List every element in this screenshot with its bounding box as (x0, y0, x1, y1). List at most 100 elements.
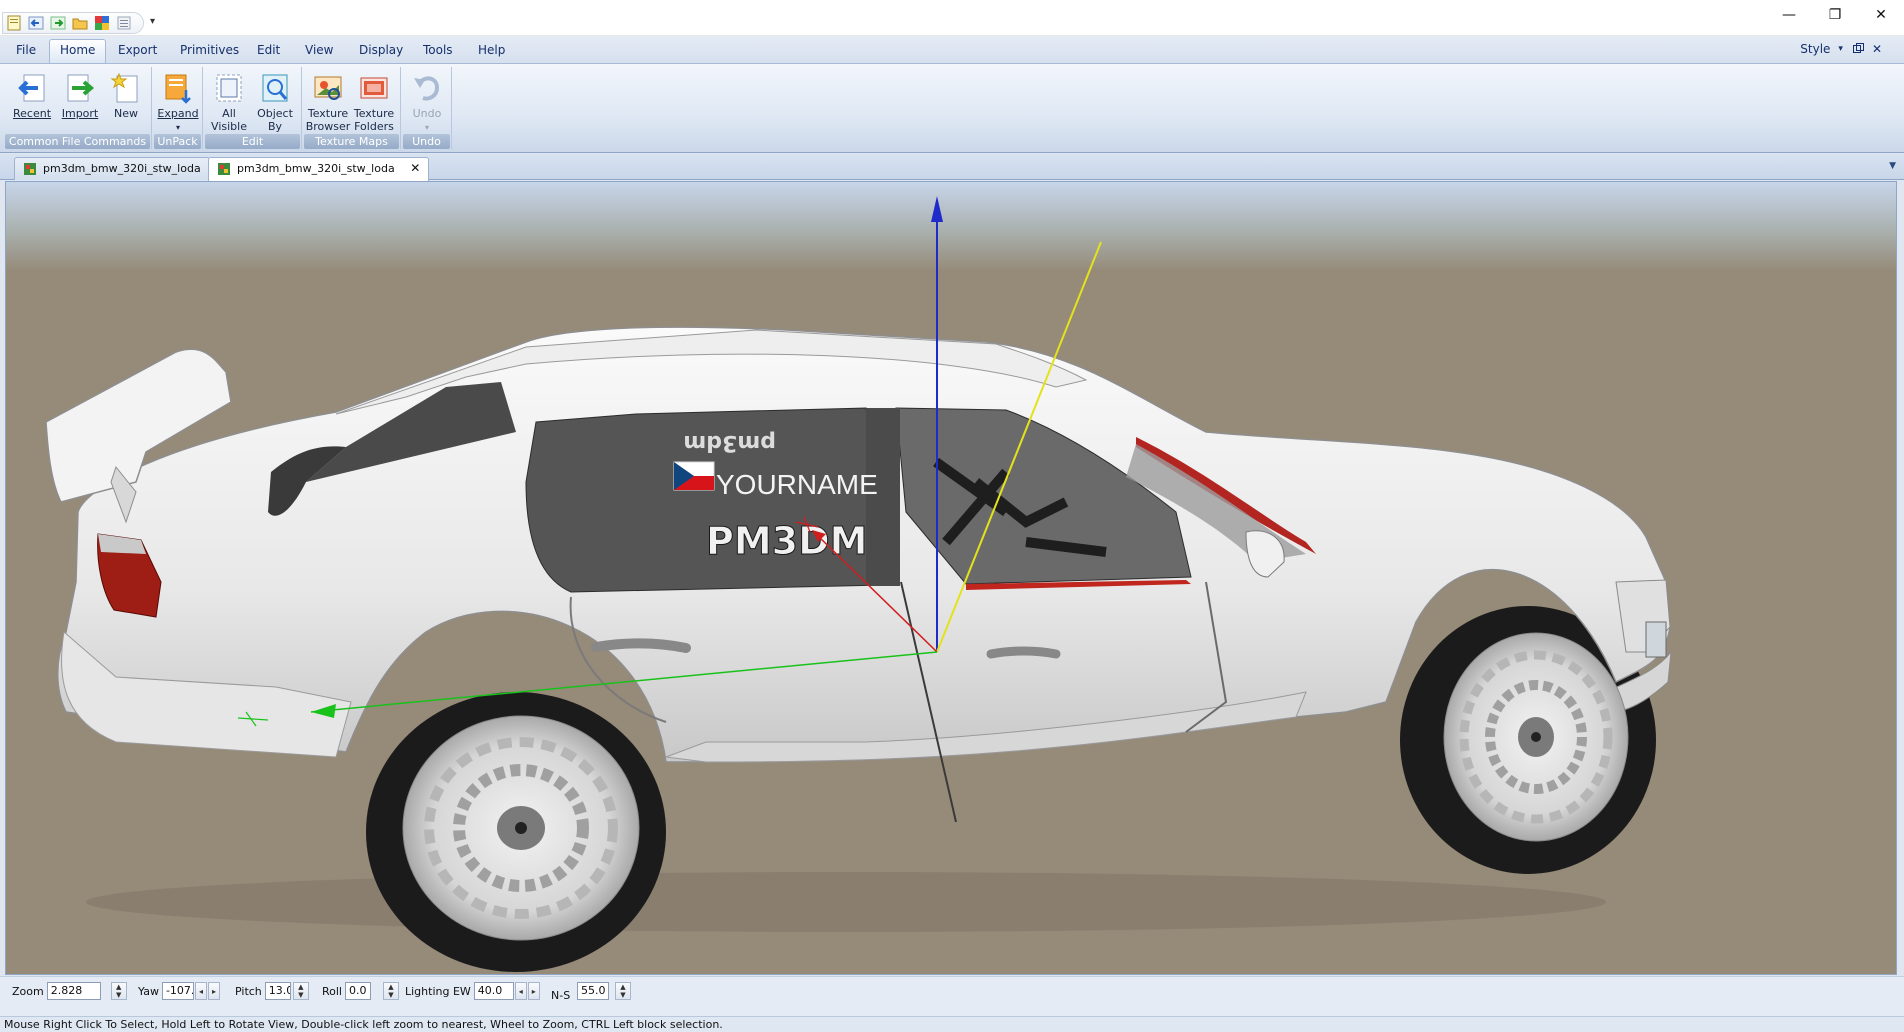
quick-access-toolbar (2, 12, 144, 34)
livery-name-text: YOURNAME (716, 469, 878, 500)
texture-folders-label-1: Texture (353, 107, 395, 120)
ns-field[interactable]: 55.0 (577, 982, 609, 1000)
ns-control: N-S (551, 985, 573, 1005)
yaw-field[interactable]: -107.5 (161, 982, 194, 1000)
roll-spinner[interactable]: ▲ ▼ (383, 982, 399, 1000)
ribbon: Recent Import New Common File Commands E… (0, 63, 1904, 153)
minimize-button[interactable]: — (1766, 0, 1812, 30)
pitch-spinner[interactable]: ▲ ▼ (292, 982, 309, 1000)
chevron-down-icon[interactable]: ▾ (1838, 44, 1843, 54)
group-texture-maps: Texture Browser Texture Folders Texture Ma… (303, 67, 401, 149)
roll-label: Roll (322, 984, 342, 998)
yaw-label: Yaw (138, 984, 159, 998)
scene-canvas[interactable]: YOURNAME PM3DM pm3dm (6, 182, 1897, 975)
texture-browser-icon (311, 71, 345, 105)
menu-tab-display[interactable]: Display (349, 41, 413, 61)
yaw-control: Yaw -107.5 ◂ ▸ (138, 981, 220, 1001)
document-tab-title: pm3dm_bmw_320i_stw_loda (43, 162, 201, 175)
undo-button[interactable]: Undo ▾ (403, 69, 451, 133)
menu-tab-file[interactable]: File (6, 41, 46, 61)
front-door-handle (986, 646, 1061, 659)
recent-arrow-icon (15, 71, 49, 105)
restore-ribbon-icon[interactable] (1852, 42, 1864, 56)
expand-icon (161, 71, 195, 105)
expand-button[interactable]: Expand ▾ (154, 69, 202, 133)
all-visible-button[interactable]: All Visible (205, 69, 253, 133)
texture-folders-button[interactable]: Texture Folders (350, 69, 398, 133)
chevron-down-icon[interactable]: ▾ (176, 123, 180, 132)
lighting-ew-control: Lighting EW 40.0 ◂ ▸ (405, 981, 540, 1001)
menu-tab-help[interactable]: Help (468, 41, 515, 61)
lighting-right-arrow-icon[interactable]: ▸ (527, 982, 540, 1000)
model-icon (24, 163, 36, 175)
car-shadow (86, 872, 1606, 932)
ns-value-control: 55.0 ▲ ▼ (577, 981, 631, 1001)
close-doc-icon[interactable]: ✕ (1872, 42, 1882, 56)
texture-folders-icon (357, 71, 391, 105)
style-label[interactable]: Style (1800, 42, 1830, 56)
list-icon[interactable] (115, 14, 133, 32)
lighting-ew-field[interactable]: 40.0 (473, 982, 514, 1000)
roll-field[interactable]: 0.0 (345, 982, 371, 1000)
quick-access-more-icon[interactable]: ▾ (150, 16, 155, 27)
3d-viewport[interactable]: YOURNAME PM3DM pm3dm (5, 181, 1897, 975)
ns-spinner[interactable]: ▲ ▼ (615, 982, 631, 1000)
group-label: Texture Maps (304, 134, 399, 149)
tab-list-dropdown-icon[interactable]: ▼ (1889, 161, 1896, 171)
roll-control: Roll 0.0 ▲ ▼ (322, 981, 399, 1001)
close-tab-icon[interactable]: ✕ (410, 161, 420, 175)
new-doc-icon[interactable] (5, 14, 23, 32)
document-tab-active[interactable]: pm3dm_bmw_320i_stw_loda ✕ (208, 157, 430, 181)
all-visible-icon (212, 71, 246, 105)
model-icon (218, 163, 230, 175)
import-button[interactable]: Import (56, 69, 104, 133)
menu-tab-view[interactable]: View (295, 41, 343, 61)
group-label: Edit (205, 134, 300, 149)
forward-icon[interactable] (49, 14, 67, 32)
yaw-right-arrow-icon[interactable]: ▸ (207, 982, 220, 1000)
document-tab-title: pm3dm_bmw_320i_stw_loda (237, 162, 395, 175)
yaw-left-arrow-icon[interactable]: ◂ (194, 982, 207, 1000)
recent-button[interactable]: Recent (8, 69, 56, 133)
lighting-ew-label: Lighting EW (405, 984, 471, 998)
zoom-field[interactable]: 2.828 (46, 982, 101, 1000)
status-bar: Mouse Right Click To Select, Hold Left t… (0, 1016, 1904, 1032)
close-button[interactable]: ✕ (1858, 0, 1904, 30)
menu-tab-home[interactable]: Home (49, 39, 107, 63)
menu-tab-export[interactable]: Export (108, 41, 167, 61)
palette-icon[interactable] (93, 14, 111, 32)
group-common-file-commands: Recent Import New Common File Commands (4, 67, 152, 149)
restore-button[interactable]: ❐ (1812, 0, 1858, 30)
view-controls-bar: Zoom 2.828 ▲▼ Yaw -107.5 ◂ ▸ Pitch 13.0 … (0, 976, 1904, 1016)
zoom-label: Zoom (12, 984, 44, 998)
menu-tab-edit[interactable]: Edit (247, 41, 290, 61)
group-label: Undo (403, 134, 450, 149)
document-tab-strip: pm3dm_bmw_320i_stw_loda pm3dm_bmw_320i_s… (0, 154, 1904, 181)
title-bar: ▾ — ❐ ✕ (0, 0, 1904, 36)
roof-logo-text: pm3dm (683, 430, 776, 455)
rear-door-handle (591, 638, 691, 653)
object-by-name-icon (258, 71, 292, 105)
chevron-down-icon[interactable]: ▾ (425, 123, 429, 132)
front-wheel (1443, 632, 1629, 842)
menu-bar: File Home Export Primitives Edit View Di… (0, 36, 1904, 63)
all-visible-label-2: Visible (211, 120, 247, 133)
zoom-spinner[interactable]: ▲ ▼ (110, 982, 127, 1000)
style-menu[interactable]: Style ▾ ✕ (1786, 42, 1882, 56)
open-folder-icon[interactable] (71, 14, 89, 32)
menu-tab-primitives[interactable]: Primitives (170, 41, 249, 61)
undo-label: Undo (412, 107, 442, 120)
new-button[interactable]: New (102, 69, 150, 133)
group-edit: AllVisible ObjectBy Name Edit (204, 67, 302, 149)
texture-browser-label-1: Texture (307, 107, 349, 120)
zoom-control: Zoom 2.828 ▲ ▼ (12, 981, 127, 1001)
lighting-left-arrow-icon[interactable]: ◂ (514, 982, 527, 1000)
document-tab[interactable]: pm3dm_bmw_320i_stw_loda (14, 157, 210, 180)
object-by-name-button[interactable]: ObjectBy Name (251, 69, 299, 146)
pitch-field[interactable]: 13.0 (264, 982, 291, 1000)
texture-browser-button[interactable]: Texture Browser (304, 69, 352, 133)
group-undo: Undo ▾ Undo (402, 67, 452, 149)
back-icon[interactable] (27, 14, 45, 32)
import-arrow-icon (63, 71, 97, 105)
menu-tab-tools[interactable]: Tools (413, 41, 463, 61)
